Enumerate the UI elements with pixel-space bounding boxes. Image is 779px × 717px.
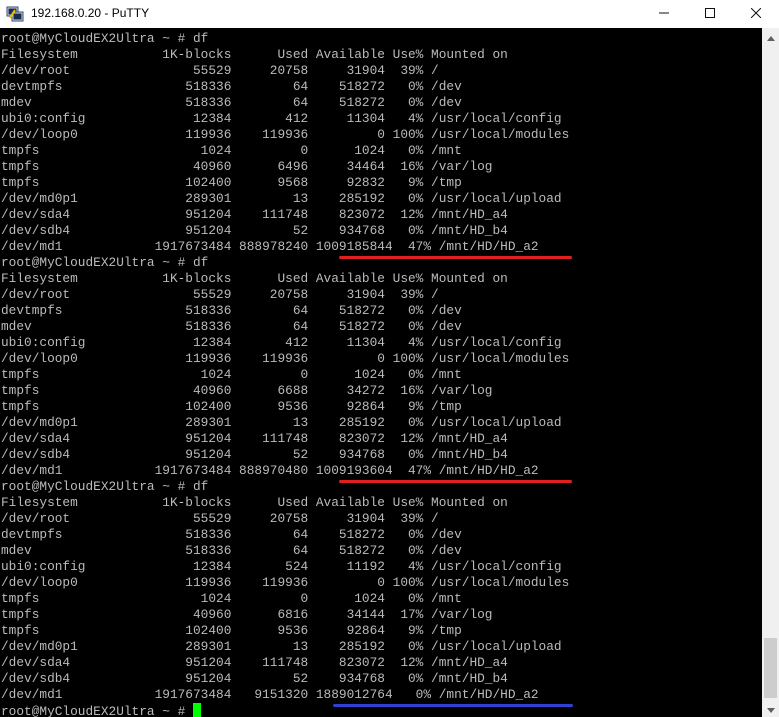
terminal-line: /dev/sdb4 951204 52 934768 0% /mnt/HD_b4 [1, 671, 508, 686]
terminal-line: mdev 518336 64 518272 0% /dev [1, 543, 462, 558]
terminal-line: /dev/md0p1 289301 13 285192 0% /usr/loca… [1, 639, 562, 654]
terminal-line: /dev/root 55529 20758 31904 39% / [1, 287, 439, 302]
scroll-up-icon [766, 28, 775, 46]
putty-window: 192.168.0.20 - PuTTY root@MyCloudEX2Ultr… [0, 0, 779, 717]
terminal-line: /dev/loop0 119936 119936 0 100% /usr/loc… [1, 127, 570, 142]
terminal-line: Filesystem 1K-blocks Used Available Use%… [1, 271, 508, 286]
terminal-line: ubi0:config 12384 412 11304 4% /usr/loca… [1, 111, 562, 126]
prompt-text: root@MyCloudEX2Ultra ~ # [1, 704, 193, 717]
scroll-down-button[interactable] [762, 700, 779, 717]
terminal-line: /dev/sda4 951204 111748 823072 12% /mnt/… [1, 431, 508, 446]
terminal-line: Filesystem 1K-blocks Used Available Use%… [1, 47, 508, 62]
terminal-line: /dev/md0p1 289301 13 285192 0% /usr/loca… [1, 415, 562, 430]
terminal-line: /dev/sda4 951204 111748 823072 12% /mnt/… [1, 207, 508, 222]
terminal-line: /dev/md1 1917673484 888970480 1009193604… [1, 463, 539, 478]
close-icon [750, 5, 762, 23]
terminal-line: tmpfs 40960 6816 34144 17% /var/log [1, 607, 493, 622]
terminal-line: /dev/md1 1917673484 9151320 1889012764 0… [1, 687, 539, 702]
title-bar[interactable]: 192.168.0.20 - PuTTY [0, 0, 779, 28]
terminal-line: tmpfs 102400 9536 92864 9% /tmp [1, 399, 462, 414]
terminal-line: /dev/loop0 119936 119936 0 100% /usr/loc… [1, 575, 570, 590]
maximize-button[interactable] [687, 0, 733, 28]
terminal-line: Filesystem 1K-blocks Used Available Use%… [1, 495, 508, 510]
putty-icon[interactable] [6, 5, 24, 23]
vertical-scrollbar[interactable] [762, 28, 779, 717]
terminal-line: tmpfs 1024 0 1024 0% /mnt [1, 143, 462, 158]
terminal-line: /dev/root 55529 20758 31904 39% / [1, 511, 439, 526]
annotation-underline-3 [333, 704, 573, 707]
scroll-down-icon [766, 700, 775, 717]
terminal-line: /dev/root 55529 20758 31904 39% / [1, 63, 439, 78]
minimize-button[interactable] [641, 0, 687, 28]
terminal-line: /dev/md0p1 289301 13 285192 0% /usr/loca… [1, 191, 562, 206]
terminal-line: ubi0:config 12384 412 11304 4% /usr/loca… [1, 335, 562, 350]
terminal-line: tmpfs 40960 6496 34464 16% /var/log [1, 159, 493, 174]
terminal-line: /dev/md1 1917673484 888978240 1009185844… [1, 239, 539, 254]
annotation-underline-1 [339, 256, 572, 259]
terminal-line: /dev/sdb4 951204 52 934768 0% /mnt/HD_b4 [1, 223, 508, 238]
window-title: 192.168.0.20 - PuTTY [31, 6, 150, 20]
terminal-line: tmpfs 40960 6688 34272 16% /var/log [1, 383, 493, 398]
terminal-line: devtmpfs 518336 64 518272 0% /dev [1, 527, 462, 542]
terminal-line: devtmpfs 518336 64 518272 0% /dev [1, 79, 462, 94]
close-button[interactable] [733, 0, 779, 28]
terminal-line: tmpfs 1024 0 1024 0% /mnt [1, 591, 462, 606]
terminal-line: tmpfs 102400 9536 92864 9% /tmp [1, 623, 462, 638]
terminal-cursor [193, 703, 201, 717]
terminal-line: ubi0:config 12384 524 11192 4% /usr/loca… [1, 559, 562, 574]
terminal-line: mdev 518336 64 518272 0% /dev [1, 95, 462, 110]
scrollbar-thumb[interactable] [764, 638, 777, 698]
terminal-line: tmpfs 1024 0 1024 0% /mnt [1, 367, 462, 382]
maximize-icon [705, 5, 715, 23]
scroll-up-button[interactable] [762, 28, 779, 45]
terminal-line: tmpfs 102400 9568 92832 9% /tmp [1, 175, 462, 190]
terminal-output: root@MyCloudEX2Ultra ~ # df Filesystem 1K… [1, 31, 569, 717]
terminal-line: mdev 518336 64 518272 0% /dev [1, 319, 462, 334]
terminal-line: /dev/sdb4 951204 52 934768 0% /mnt/HD_b4 [1, 447, 508, 462]
terminal-line: devtmpfs 518336 64 518272 0% /dev [1, 303, 462, 318]
annotation-underline-2 [339, 480, 572, 483]
minimize-icon [659, 5, 669, 23]
terminal-line: /dev/sda4 951204 111748 823072 12% /mnt/… [1, 655, 508, 670]
terminal-area[interactable]: root@MyCloudEX2Ultra ~ # df Filesystem 1K… [0, 28, 762, 717]
terminal-line: root@MyCloudEX2Ultra ~ # df [1, 31, 209, 46]
terminal-line: /dev/loop0 119936 119936 0 100% /usr/loc… [1, 351, 570, 366]
